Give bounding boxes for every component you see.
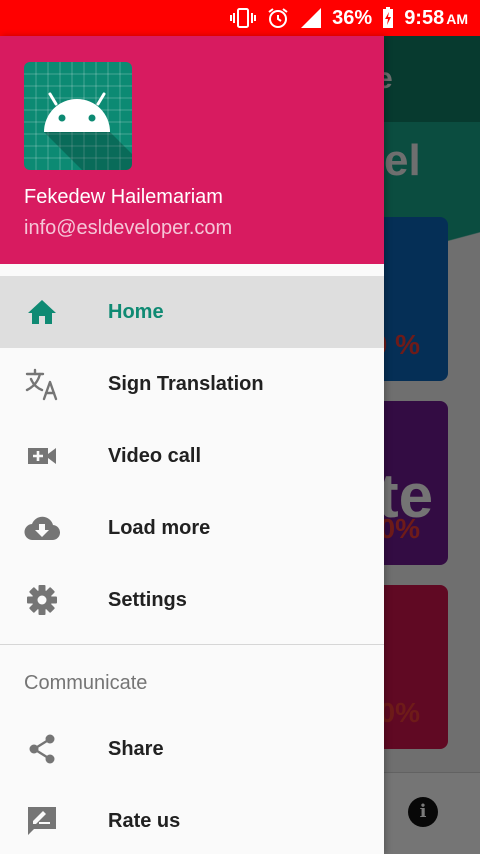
clock: 9:58 AM [404,6,468,29]
signal-icon [300,7,322,29]
menu-item-label: Video call [108,444,202,467]
drawer-menu: Home Sign Translation Video call Load mo… [0,276,384,854]
menu-item-label: Sign Translation [108,372,264,395]
menu-item-video-call[interactable]: Video call [0,420,384,492]
translate-icon [24,366,60,402]
battery-charging-icon [382,7,394,29]
video-call-icon [24,438,60,474]
menu-item-settings[interactable]: Settings [0,564,384,636]
vibrate-icon [230,7,257,29]
status-bar: 36% 9:58 AM [0,0,480,36]
drawer-header: Fekedew Hailemariam info@esldeveloper.co… [0,36,384,264]
background-app: e el 0 % 0% te 0% i [384,36,480,854]
menu-item-label: Share [108,737,164,760]
gear-icon [24,582,60,618]
user-name: Fekedew Hailemariam [24,186,223,208]
menu-item-rate-us[interactable]: Rate us [0,785,384,854]
menu-item-label: Home [108,300,164,323]
alarm-icon [266,6,290,30]
menu-item-label: Settings [108,588,187,611]
battery-percent: 36% [332,6,373,29]
drawer-scrim[interactable] [384,36,480,854]
menu-item-home[interactable]: Home [0,276,384,348]
menu-item-share[interactable]: Share [0,713,384,785]
android-icon [24,62,132,170]
menu-item-label: Load more [108,516,211,539]
menu-item-load-more[interactable]: Load more [0,492,384,564]
share-icon [24,731,60,767]
user-email: info@esldeveloper.com [24,217,233,239]
menu-item-sign-translation[interactable]: Sign Translation [0,348,384,420]
menu-item-label: Rate us [108,809,181,832]
cloud-download-icon [24,510,60,546]
navigation-drawer: Fekedew Hailemariam info@esldeveloper.co… [0,36,384,854]
rate-icon [24,803,60,839]
section-title-communicate: Communicate [24,672,148,694]
home-icon [24,294,60,330]
